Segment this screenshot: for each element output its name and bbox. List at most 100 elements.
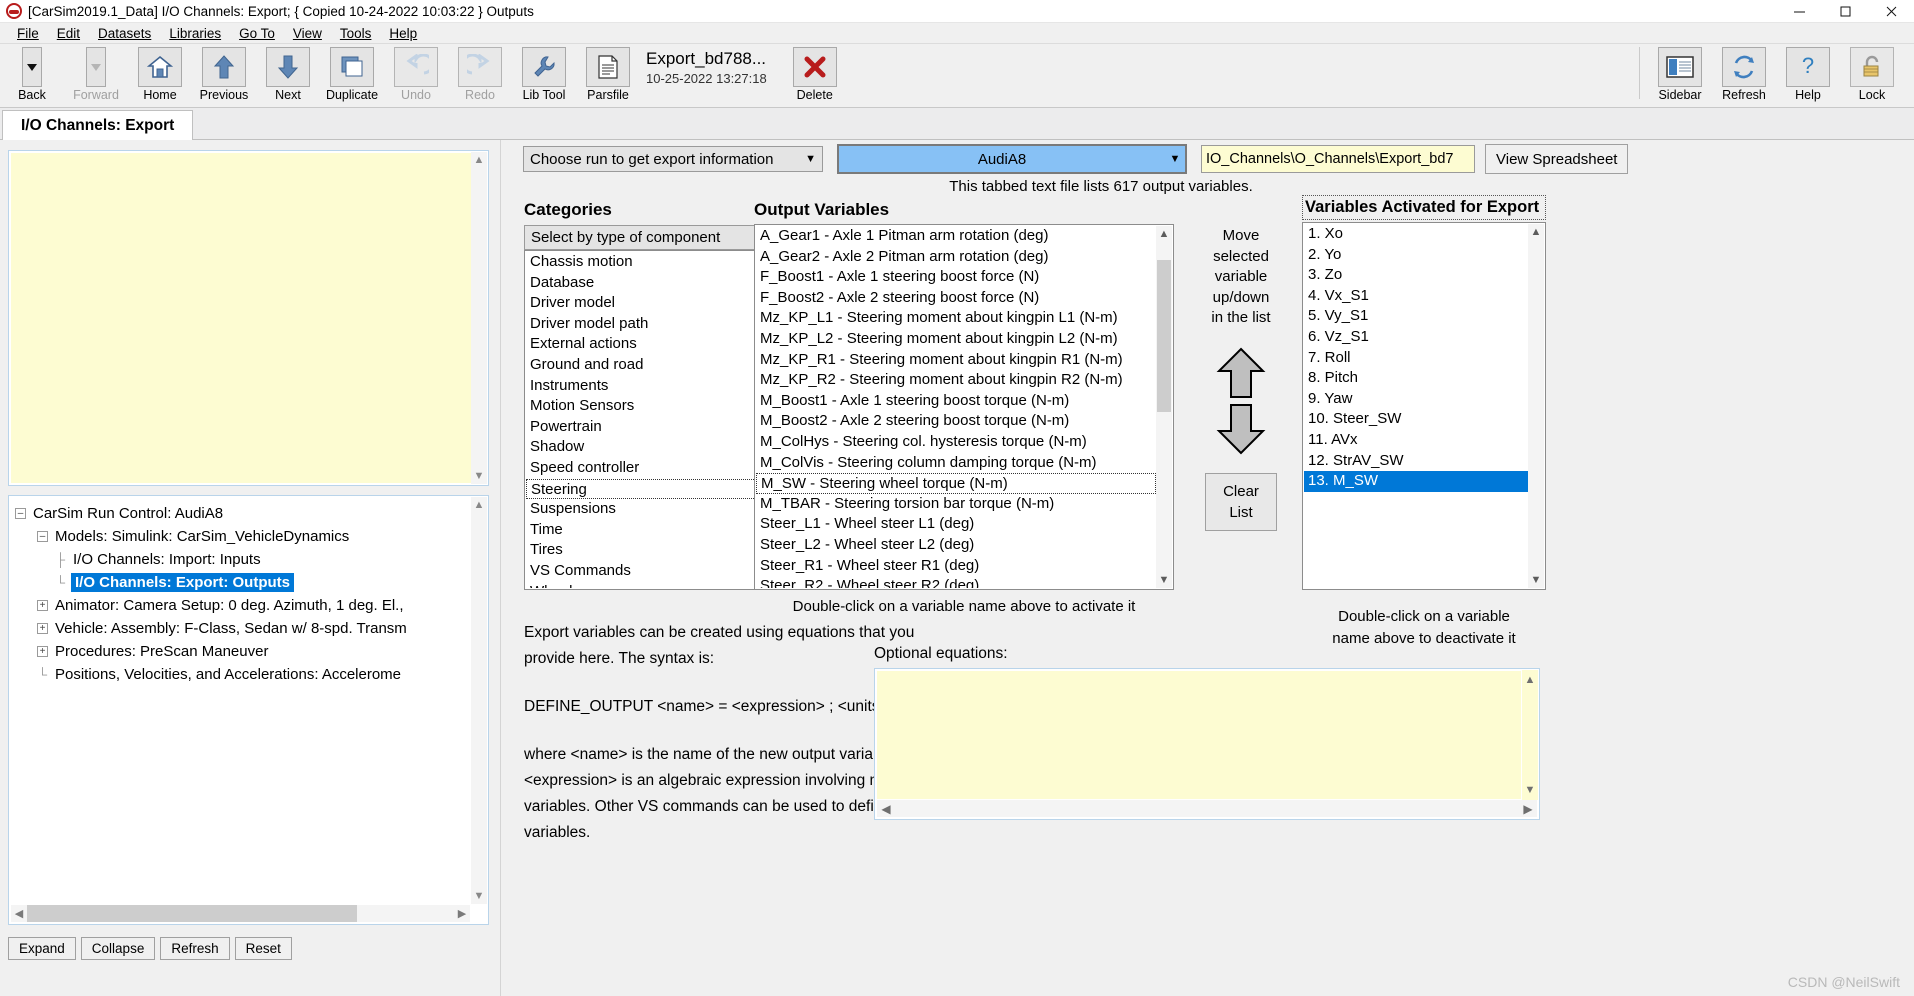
scroll-right-icon[interactable]: ▶ xyxy=(454,907,470,920)
scroll-up-icon[interactable]: ▲ xyxy=(1156,226,1172,242)
list-item[interactable]: 5. Vy_S1 xyxy=(1304,306,1528,327)
list-item-focused[interactable]: M_SW - Steering wheel torque (N-m) xyxy=(756,473,1156,494)
scroll-left-icon[interactable]: ◀ xyxy=(11,907,27,920)
equations-horizontal-scrollbar[interactable]: ◀ ▶ xyxy=(877,800,1537,817)
back-button[interactable]: Back xyxy=(2,47,550,224)
notes-scrollbar[interactable]: ▲ ▼ xyxy=(471,152,487,484)
menu-help[interactable]: Help xyxy=(380,24,426,43)
tree-vertical-scrollbar[interactable]: ▲ ▼ xyxy=(471,497,487,904)
wrench-icon[interactable] xyxy=(522,47,566,87)
list-item[interactable]: 8. Pitch xyxy=(1304,368,1528,389)
parsfile-icon[interactable] xyxy=(586,47,630,87)
lock-button[interactable]: Lock xyxy=(1842,47,1902,102)
list-item[interactable]: F_Boost1 - Axle 1 steering boost force (… xyxy=(756,267,1156,288)
optional-equations-textarea[interactable] xyxy=(877,671,1521,799)
delete-button[interactable]: Delete xyxy=(785,47,845,102)
scroll-left-icon[interactable]: ◀ xyxy=(877,802,895,816)
expand-button[interactable]: Expand xyxy=(8,937,76,960)
menu-tools[interactable]: Tools xyxy=(331,24,381,43)
list-item[interactable]: 4. Vx_S1 xyxy=(1304,286,1528,307)
help-button[interactable]: ? Help xyxy=(1778,47,1838,102)
parsfile-button[interactable]: Parsfile xyxy=(578,47,638,102)
move-down-button[interactable] xyxy=(1182,403,1300,459)
view-spreadsheet-button[interactable]: View Spreadsheet xyxy=(1485,144,1629,174)
scroll-right-icon[interactable]: ▶ xyxy=(1519,802,1537,816)
tree-node-vehicle-assembly[interactable]: + Vehicle: Assembly: F-Class, Sedan w/ 8… xyxy=(15,617,470,640)
refresh-tree-button[interactable]: Refresh xyxy=(160,937,230,960)
list-item[interactable]: 10. Steer_SW xyxy=(1304,409,1528,430)
equations-vertical-scrollbar[interactable]: ▲ ▼ xyxy=(1522,670,1538,800)
expand-icon[interactable]: + xyxy=(37,600,48,611)
scroll-down-icon[interactable]: ▼ xyxy=(1156,572,1172,588)
home-icon[interactable] xyxy=(138,47,182,87)
back-dropdown-icon[interactable] xyxy=(22,47,42,87)
list-item[interactable]: A_Gear1 - Axle 1 Pitman arm rotation (de… xyxy=(756,226,1156,247)
home-button[interactable]: Home xyxy=(130,47,190,102)
clear-list-button[interactable]: Clear List xyxy=(1205,472,1277,531)
menu-libraries[interactable]: Libraries xyxy=(160,24,230,43)
list-item[interactable]: Steer_R2 - Wheel steer R2 (deg) xyxy=(756,576,1156,588)
list-item[interactable]: M_ColHys - Steering col. hysteresis torq… xyxy=(756,432,1156,453)
duplicate-button[interactable]: Duplicate xyxy=(322,47,382,102)
duplicate-icon[interactable] xyxy=(330,47,374,87)
scroll-thumb[interactable] xyxy=(1157,260,1171,412)
list-item[interactable]: M_TBAR - Steering torsion bar torque (N-… xyxy=(756,494,1156,515)
run-value-dropdown[interactable]: AudiA8 ▼ xyxy=(837,144,1187,174)
tree-node-procedures-prescan[interactable]: + Procedures: PreScan Maneuver xyxy=(15,640,470,663)
menu-goto[interactable]: Go To xyxy=(230,24,284,43)
collapse-icon[interactable]: – xyxy=(37,531,48,542)
next-button[interactable]: Next xyxy=(258,47,318,102)
chevron-down-icon[interactable]: ▼ xyxy=(1165,153,1185,165)
expand-icon[interactable]: + xyxy=(37,646,48,657)
minimize-icon[interactable] xyxy=(1776,0,1822,23)
refresh-button[interactable]: Refresh xyxy=(1714,47,1774,102)
question-mark-icon[interactable]: ? xyxy=(1786,47,1830,87)
list-item[interactable]: Mz_KP_R1 - Steering moment about kingpin… xyxy=(756,350,1156,371)
list-item[interactable]: Mz_KP_R2 - Steering moment about kingpin… xyxy=(756,370,1156,391)
arrow-down-icon[interactable] xyxy=(266,47,310,87)
tree-node-models-simulink[interactable]: – Models: Simulink: CarSim_VehicleDynami… xyxy=(15,525,470,548)
menu-datasets[interactable]: Datasets xyxy=(89,24,160,43)
list-item[interactable]: 6. Vz_S1 xyxy=(1304,327,1528,348)
close-icon[interactable] xyxy=(1868,0,1914,23)
list-item[interactable]: 11. AVx xyxy=(1304,430,1528,451)
notes-textarea[interactable] xyxy=(11,153,471,483)
tree-node-carsim-run-control[interactable]: – CarSim Run Control: AudiA8 xyxy=(15,502,470,525)
scroll-down-icon[interactable]: ▼ xyxy=(474,468,485,484)
expand-icon[interactable]: + xyxy=(37,623,48,634)
arrow-up-icon[interactable] xyxy=(202,47,246,87)
scroll-track[interactable] xyxy=(27,905,454,922)
tree-node-positions-velocities[interactable]: └ Positions, Velocities, and Acceleratio… xyxy=(15,663,470,686)
list-item[interactable]: Steer_L2 - Wheel steer L2 (deg) xyxy=(756,535,1156,556)
tree-node-io-import-inputs[interactable]: ├ I/O Channels: Import: Inputs xyxy=(15,548,470,571)
lib-tool-button[interactable]: Lib Tool xyxy=(514,47,574,102)
list-item[interactable]: 7. Roll xyxy=(1304,348,1528,369)
export-path-field[interactable]: IO_Channels\O_Channels\Export_bd7 xyxy=(1201,145,1475,173)
list-item[interactable]: Mz_KP_L1 - Steering moment about kingpin… xyxy=(756,308,1156,329)
list-item[interactable]: M_Boost2 - Axle 2 steering boost torque … xyxy=(756,411,1156,432)
list-item[interactable]: 1. Xo xyxy=(1304,224,1528,245)
menu-edit[interactable]: Edit xyxy=(48,24,89,43)
previous-button[interactable]: Previous xyxy=(194,47,254,102)
delete-icon[interactable] xyxy=(792,47,837,87)
menu-file[interactable]: File xyxy=(8,24,48,43)
lock-icon[interactable] xyxy=(1850,47,1894,87)
list-item[interactable]: F_Boost2 - Axle 2 steering boost force (… xyxy=(756,288,1156,309)
scroll-up-icon[interactable]: ▲ xyxy=(1522,674,1538,686)
scroll-up-icon[interactable]: ▲ xyxy=(474,152,485,168)
scroll-down-icon[interactable]: ▼ xyxy=(1522,784,1538,796)
list-item[interactable]: A_Gear2 - Axle 2 Pitman arm rotation (de… xyxy=(756,247,1156,268)
forward-button[interactable]: Forward xyxy=(66,47,550,224)
list-item[interactable]: M_ColVis - Steering column damping torqu… xyxy=(756,453,1156,474)
list-item[interactable]: Mz_KP_L2 - Steering moment about kingpin… xyxy=(756,329,1156,350)
list-item[interactable]: Steer_L1 - Wheel steer L1 (deg) xyxy=(756,514,1156,535)
reset-button[interactable]: Reset xyxy=(234,937,292,960)
tab-io-channels-export[interactable]: I/O Channels: Export xyxy=(2,110,194,141)
menu-view[interactable]: View xyxy=(284,24,331,43)
collapse-icon[interactable]: – xyxy=(15,508,26,519)
scroll-up-icon[interactable]: ▲ xyxy=(1528,224,1544,240)
output-variables-scrollbar[interactable]: ▲ ▼ xyxy=(1156,226,1172,588)
refresh-icon[interactable] xyxy=(1722,47,1766,87)
tree-node-io-export-outputs[interactable]: └ I/O Channels: Export: Outputs xyxy=(15,571,470,594)
list-item[interactable]: 9. Yaw xyxy=(1304,389,1528,410)
